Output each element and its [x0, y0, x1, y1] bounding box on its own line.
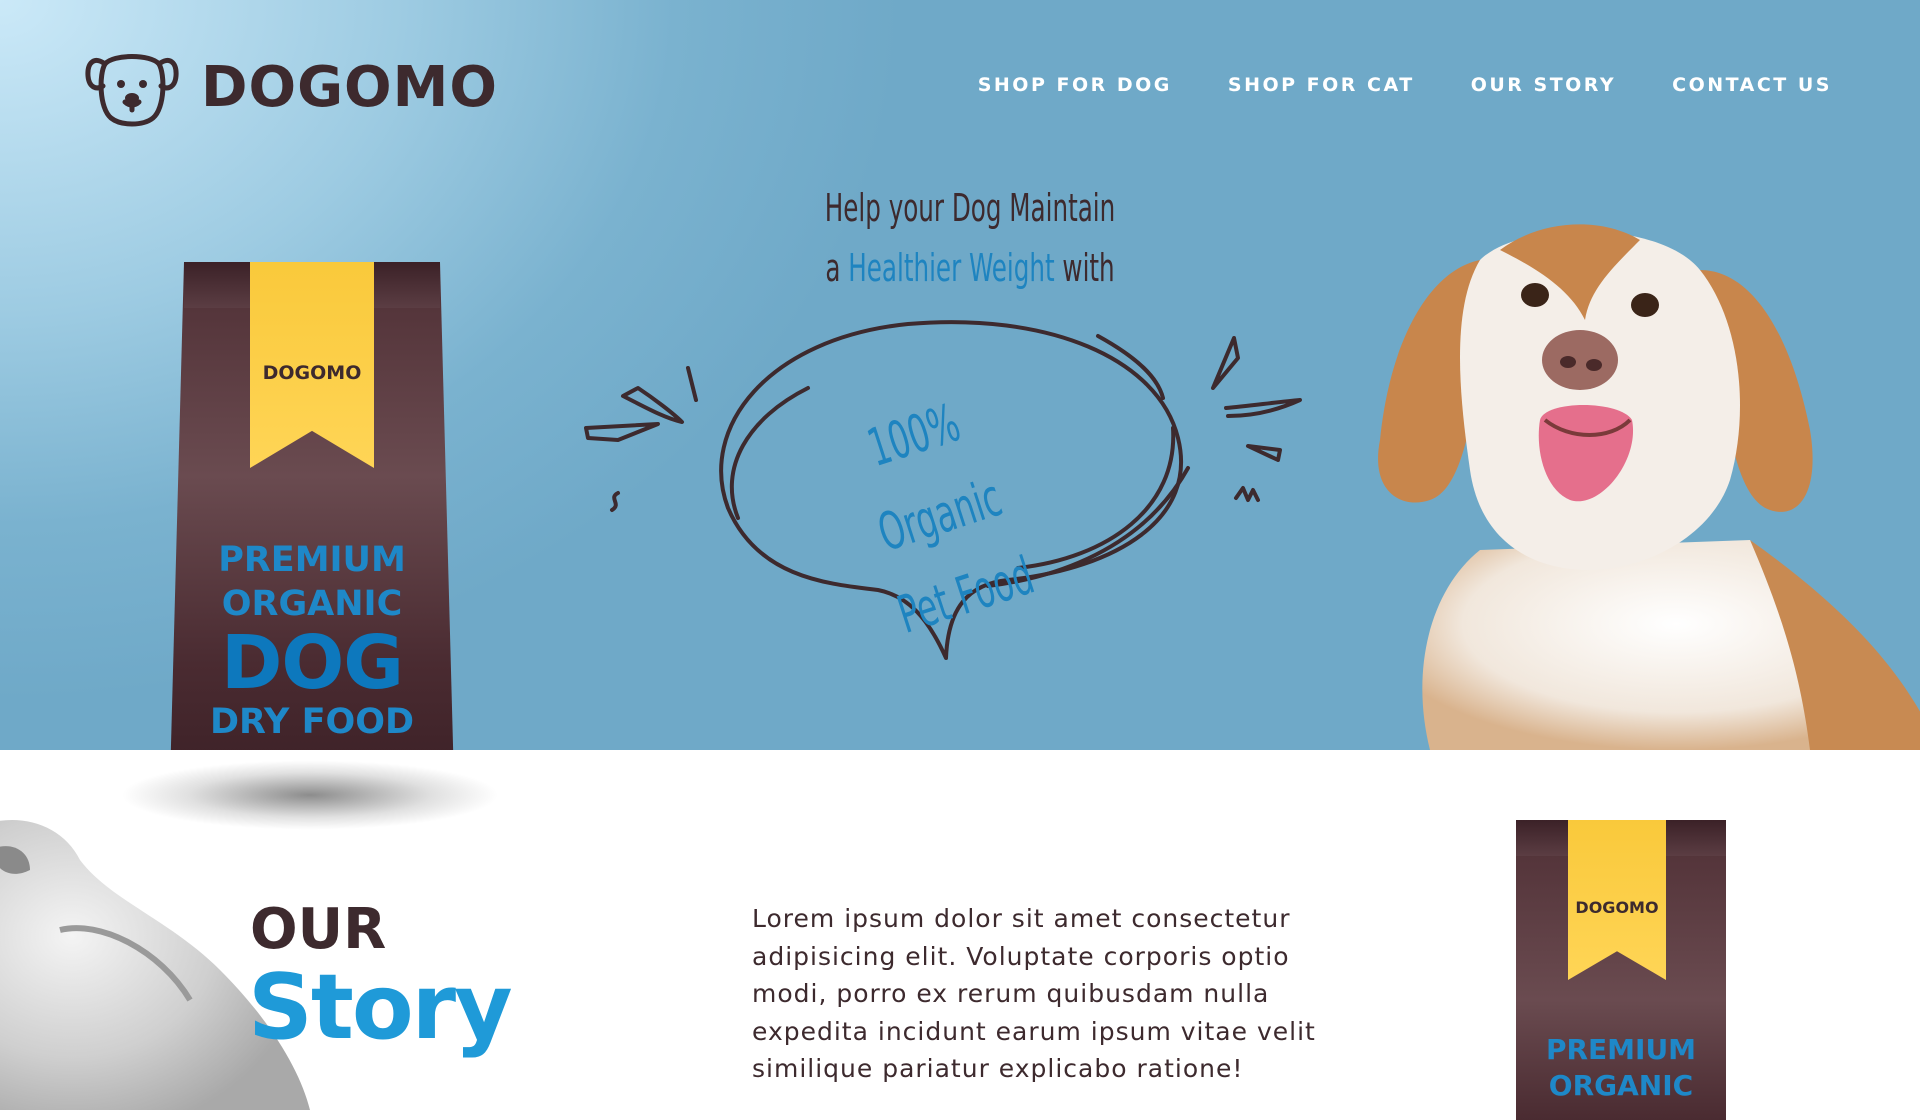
story-heading: OUR Story	[248, 897, 513, 1060]
bag-line-premium: PREMIUM	[218, 540, 406, 580]
bag-line-dog: DOG	[220, 620, 404, 706]
tagline-highlight: Healthier Weight	[848, 246, 1055, 290]
nav-shop-for-dog[interactable]: SHOP FOR DOG	[978, 74, 1172, 96]
tagline-prefix: a	[825, 246, 841, 290]
story-title-our: OUR	[250, 897, 387, 962]
bag-small-line-organic: ORGANIC	[1548, 1069, 1694, 1102]
tagline-line-1: Help your Dog Maintain	[824, 186, 1116, 230]
bag-brand: DOGOMO	[262, 362, 362, 384]
brand-logo[interactable]: DOGOMO	[85, 46, 498, 128]
tagline-suffix: with	[1062, 246, 1115, 290]
story-title-story: Story	[248, 955, 513, 1060]
dog-face-icon	[85, 54, 179, 127]
bag-copy: PREMIUM ORGANIC DOG DRY FOOD	[170, 538, 454, 744]
brand-name: DOGOMO	[201, 54, 498, 120]
bag-small-brand: DOGOMO	[1575, 898, 1659, 917]
nav-shop-for-cat[interactable]: SHOP FOR CAT	[1228, 74, 1415, 96]
tagline-line-2: a Healthier Weight with	[819, 238, 1121, 298]
beagle-dog-photo	[1378, 224, 1920, 750]
product-bag-small[interactable]: DOGOMO PREMIUM ORGANIC	[1516, 820, 1726, 1120]
story-body: Lorem ipsum dolor sit amet consectetur a…	[752, 904, 1316, 1083]
nav-our-story[interactable]: OUR STORY	[1471, 74, 1616, 96]
hero-tagline: Help your Dog Maintain a Healthier Weigh…	[819, 178, 1121, 298]
bag-small-copy: PREMIUM ORGANIC	[1516, 1032, 1726, 1104]
bag-small-ribbon: DOGOMO	[1568, 820, 1666, 980]
main-nav: SHOP FOR DOG SHOP FOR CAT OUR STORY CONT…	[978, 74, 1832, 96]
bag-ribbon: DOGOMO	[250, 262, 374, 468]
bag-line-dry-food: DRY FOOD	[209, 702, 415, 742]
nav-contact-us[interactable]: CONTACT US	[1672, 74, 1832, 96]
bag-small-line-premium: PREMIUM	[1545, 1033, 1697, 1066]
hero-section: DOGOMO SHOP FOR DOG SHOP FOR CAT OUR STO…	[0, 0, 1920, 750]
product-bag[interactable]: DOGOMO PREMIUM ORGANIC DOG DRY FOOD	[170, 262, 454, 750]
